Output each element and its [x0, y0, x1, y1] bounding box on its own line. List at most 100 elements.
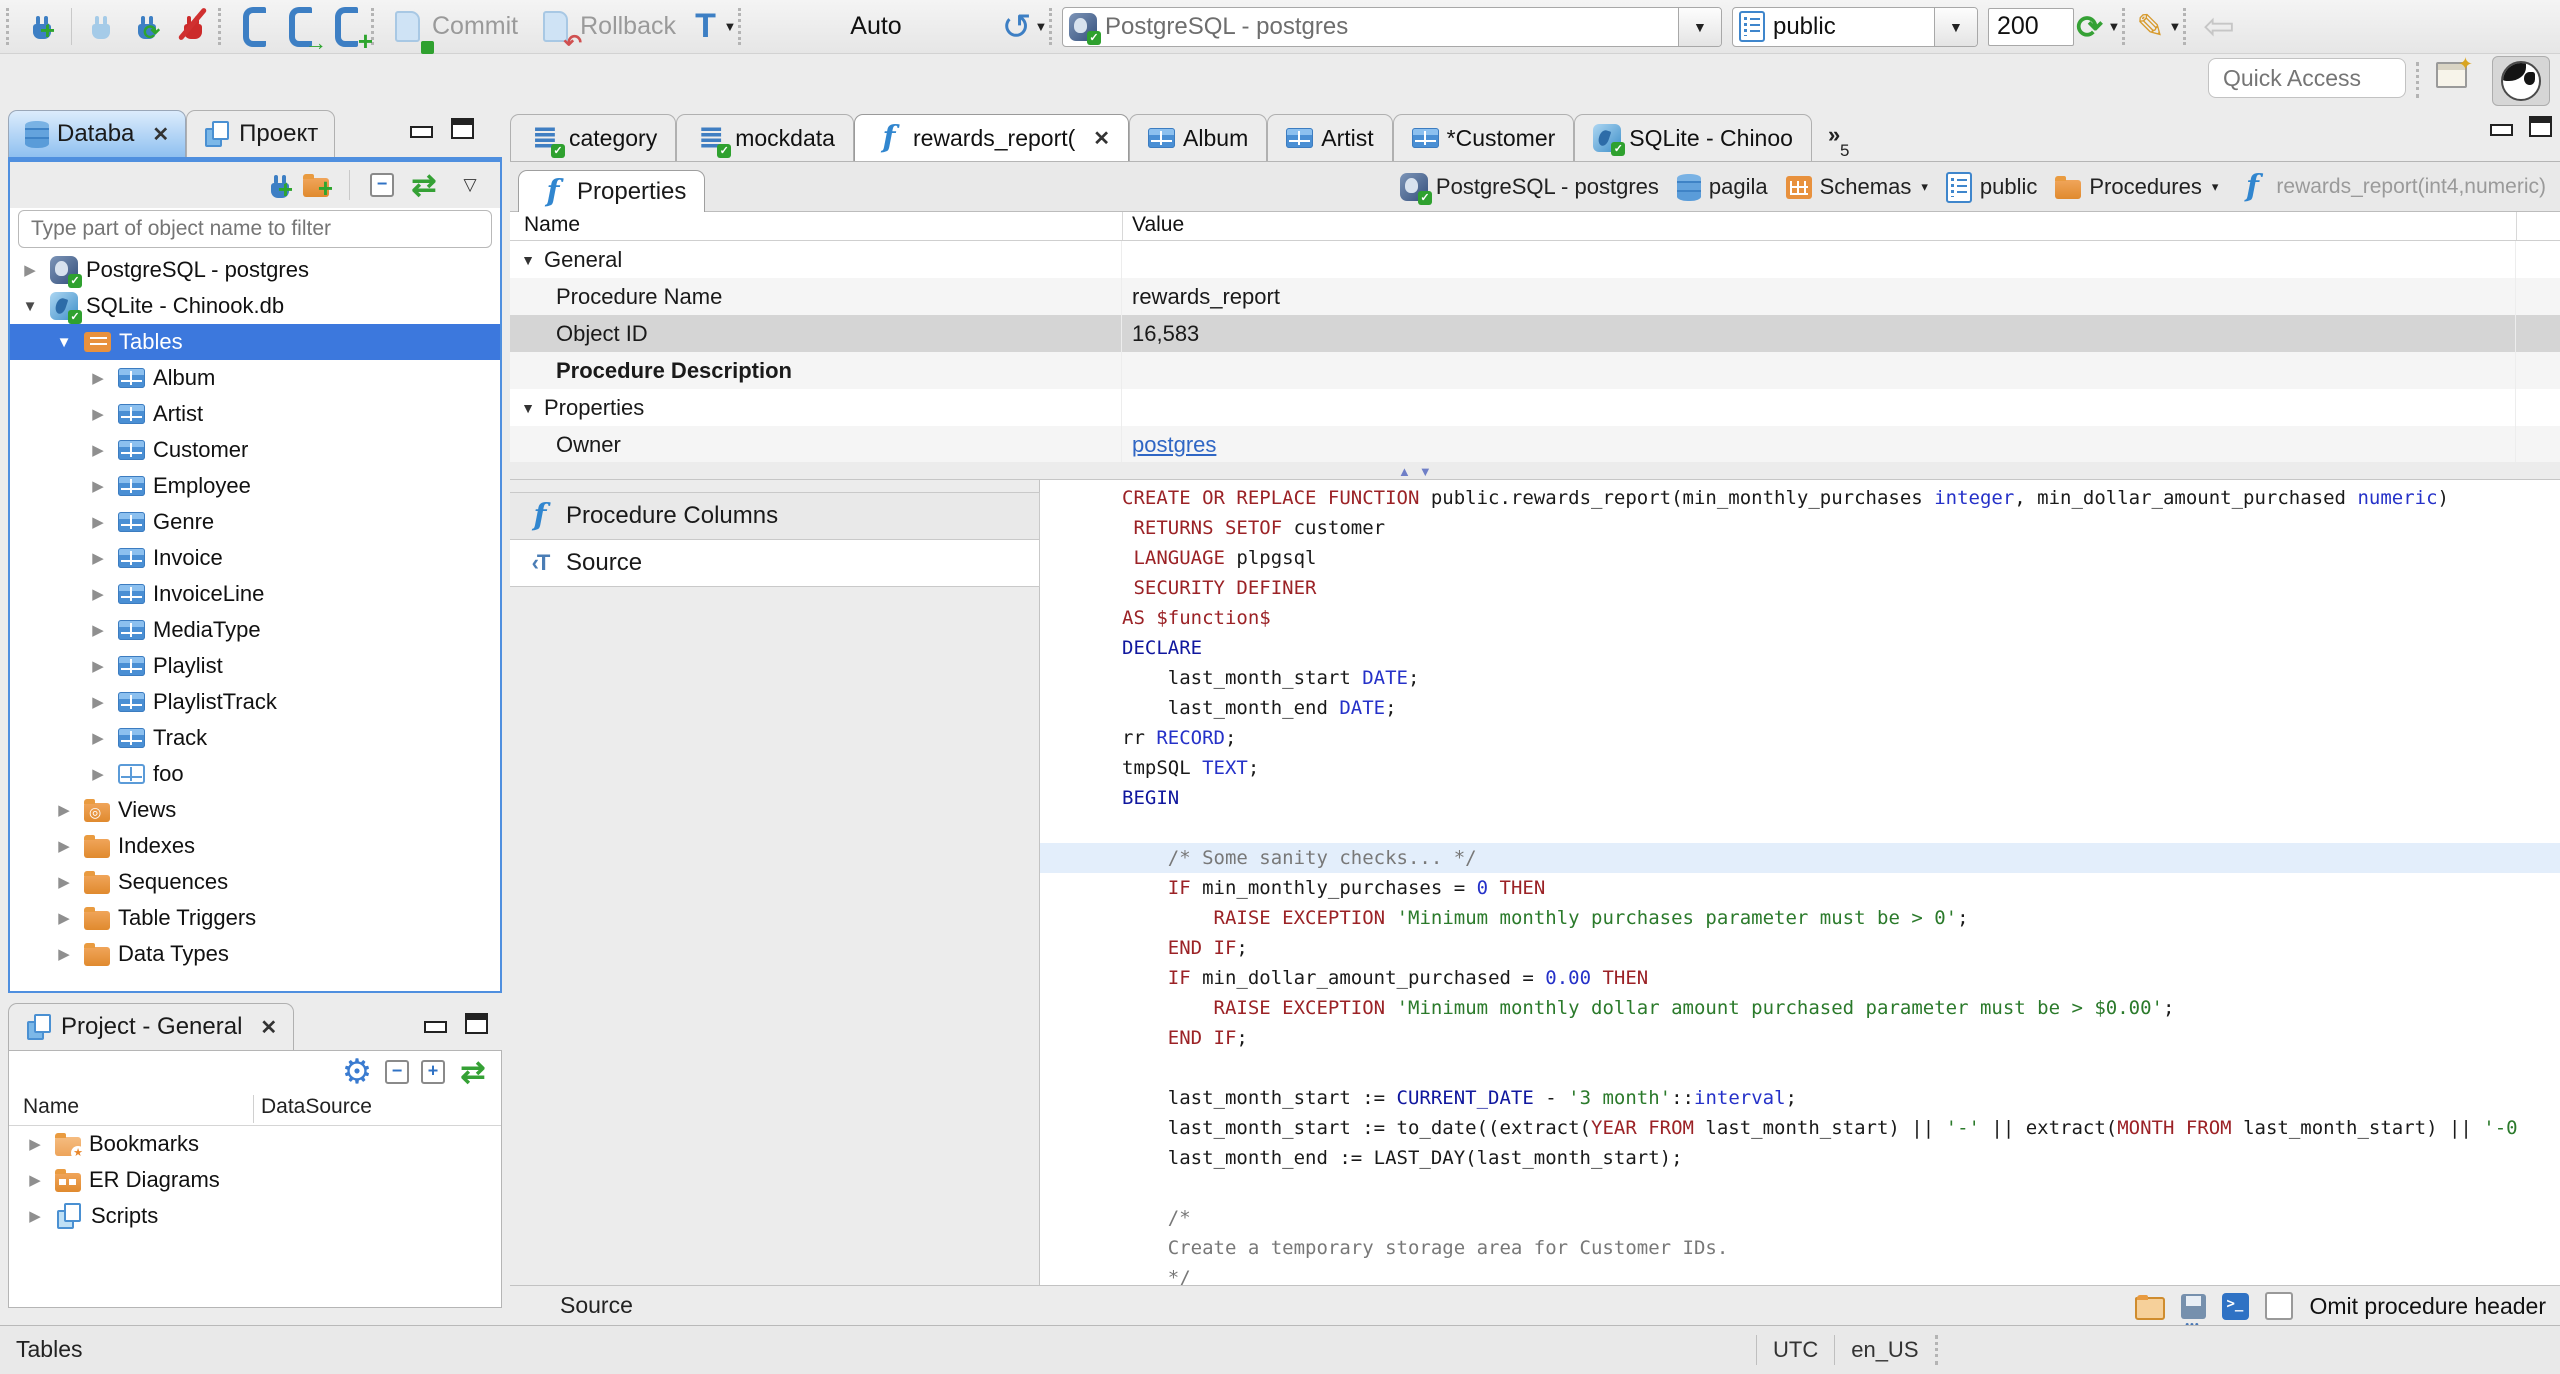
splitter-arrows-icon[interactable]: ▲▼: [1398, 464, 1440, 479]
expand-arrow-icon[interactable]: [52, 873, 76, 891]
commit-label[interactable]: Commit: [432, 12, 518, 41]
editor-tab-customer[interactable]: *Customer: [1392, 114, 1575, 161]
toolbar-drag-handle[interactable]: [1048, 8, 1060, 45]
save-to-file-icon[interactable]: [2178, 1293, 2207, 1331]
owner-link[interactable]: postgres: [1132, 432, 1216, 458]
project-item-er-diagrams[interactable]: ER Diagrams: [9, 1162, 501, 1198]
tree-item-table-triggers[interactable]: Table Triggers: [10, 900, 500, 936]
disconnect-button[interactable]: [170, 4, 216, 50]
expand-arrow-icon[interactable]: [86, 765, 110, 783]
expand-arrow-icon[interactable]: [86, 657, 110, 675]
back-button[interactable]: [2196, 4, 2242, 50]
toolbar-drag-handle[interactable]: [737, 8, 749, 45]
splitter[interactable]: ▲▼: [510, 462, 2560, 480]
omit-procedure-header-label[interactable]: Omit procedure header: [2309, 1293, 2546, 1320]
expand-arrow-icon[interactable]: [23, 1171, 47, 1189]
close-icon[interactable]: ✕: [1093, 126, 1110, 151]
object-filter-input[interactable]: [18, 210, 492, 248]
transaction-mode-button[interactable]: ▼: [690, 4, 737, 50]
new-sql-editor-button[interactable]: [323, 4, 369, 50]
close-icon[interactable]: ✕: [152, 122, 169, 147]
maximize-icon[interactable]: [2529, 116, 2552, 137]
open-sql-script-button[interactable]: [277, 4, 323, 50]
tab-projects[interactable]: Проект: [186, 110, 336, 157]
expand-arrow-icon[interactable]: [86, 693, 110, 711]
expand-arrow-icon[interactable]: [86, 621, 110, 639]
toolbar-drag-handle[interactable]: [2416, 62, 2419, 98]
maximize-icon[interactable]: [465, 1013, 488, 1034]
schema-combo-dropdown[interactable]: [1933, 7, 1977, 46]
tab-properties[interactable]: Properties: [518, 170, 706, 213]
project-item-scripts[interactable]: Scripts: [9, 1198, 501, 1234]
link-with-editor-icon[interactable]: [457, 1056, 489, 1088]
expand-all-icon[interactable]: [421, 1060, 445, 1084]
schema-combo[interactable]: public: [1731, 6, 1978, 47]
tree-item-indexes[interactable]: Indexes: [10, 828, 500, 864]
load-from-file-icon[interactable]: [2135, 1295, 2166, 1320]
tree-item-sqlite-chinook-db[interactable]: SQLite - Chinook.db: [10, 288, 500, 324]
view-menu-icon[interactable]: [454, 169, 486, 201]
new-connection-button[interactable]: [19, 4, 65, 50]
auto-complete-button[interactable]: ▼: [2135, 4, 2182, 50]
property-row-object-id[interactable]: Object ID 16,583: [510, 315, 2560, 352]
source-code-editor[interactable]: CREATE OR REPLACE FUNCTION public.reward…: [1040, 480, 2560, 1285]
dbeaver-perspective-button[interactable]: [2492, 56, 2550, 106]
expand-arrow-icon[interactable]: [23, 1135, 47, 1153]
tree-item-mediatype[interactable]: MediaType: [10, 612, 500, 648]
collapse-arrow-icon[interactable]: [18, 298, 42, 315]
minimize-icon[interactable]: [424, 1021, 447, 1033]
tree-item-tables[interactable]: Tables: [10, 324, 500, 360]
sql-editor-button[interactable]: [231, 4, 277, 50]
tree-item-playlist[interactable]: Playlist: [10, 648, 500, 684]
expand-arrow-icon[interactable]: [52, 837, 76, 855]
tree-item-postgresql-postgres[interactable]: PostgreSQL - postgres: [10, 252, 500, 288]
breadcrumb-item-public[interactable]: public: [1945, 171, 2037, 203]
locale-label[interactable]: en_US: [1851, 1337, 1918, 1363]
column-divider[interactable]: [1122, 212, 1123, 240]
link-with-editor-icon[interactable]: [408, 169, 440, 201]
collapse-all-icon[interactable]: [385, 1060, 409, 1084]
column-divider[interactable]: [253, 1095, 254, 1123]
editor-tab-album[interactable]: Album: [1129, 114, 1268, 161]
editor-tab-sqlite-chinoo[interactable]: SQLite - Chinoo: [1574, 114, 1812, 161]
tree-item-track[interactable]: Track: [10, 720, 500, 756]
transaction-log-button[interactable]: ▼: [1001, 4, 1048, 50]
breadcrumb-item-schemas[interactable]: Schemas ▾: [1785, 174, 1928, 200]
expand-arrow-icon[interactable]: [52, 801, 76, 819]
tab-database-navigator[interactable]: Databa ✕: [8, 110, 187, 157]
collapse-arrow-icon[interactable]: [52, 334, 76, 351]
tree-item-sequences[interactable]: Sequences: [10, 864, 500, 900]
close-icon[interactable]: ✕: [260, 1015, 277, 1040]
minimize-icon[interactable]: [2490, 124, 2513, 136]
column-header-name[interactable]: Name: [23, 1095, 79, 1119]
collapse-arrow-icon[interactable]: ▼: [518, 400, 538, 416]
breadcrumb-item-procedures[interactable]: Procedures ▾: [2055, 174, 2218, 200]
property-row-procedure-name[interactable]: Procedure Name rewards_report: [510, 278, 2560, 315]
tree-item-views[interactable]: Views: [10, 792, 500, 828]
tab-overflow-button[interactable]: » 5: [1828, 124, 1849, 160]
commit-button[interactable]: [384, 4, 434, 54]
tree-item-customer[interactable]: Customer: [10, 432, 500, 468]
tree-item-invoiceline[interactable]: InvoiceLine: [10, 576, 500, 612]
expand-arrow-icon[interactable]: [23, 1207, 47, 1225]
tab-project-general[interactable]: Project - General ✕: [8, 1003, 295, 1050]
breadcrumb-item-rewards-report-int4-numeric[interactable]: rewards_report(int4,numeric): [2236, 171, 2546, 203]
omit-procedure-header-checkbox[interactable]: [2265, 1292, 2294, 1320]
open-perspective-button[interactable]: [2436, 54, 2473, 94]
timezone-label[interactable]: UTC: [1773, 1337, 1818, 1363]
new-connection-icon[interactable]: [271, 174, 289, 198]
expand-arrow-icon[interactable]: [18, 261, 42, 279]
tree-item-employee[interactable]: Employee: [10, 468, 500, 504]
collapse-all-icon[interactable]: [370, 173, 394, 197]
editor-tab-category[interactable]: category: [510, 114, 677, 161]
project-item-bookmarks[interactable]: Bookmarks: [9, 1126, 501, 1162]
expand-arrow-icon[interactable]: [52, 909, 76, 927]
tree-item-data-types[interactable]: Data Types: [10, 936, 500, 972]
breadcrumb-item-postgresql-postgres[interactable]: PostgreSQL - postgres: [1399, 173, 1659, 205]
property-row-general[interactable]: ▼ General: [510, 241, 2560, 278]
editor-tab-artist[interactable]: Artist: [1267, 114, 1393, 161]
tree-item-album[interactable]: Album: [10, 360, 500, 396]
new-folder-icon[interactable]: [303, 174, 329, 197]
expand-arrow-icon[interactable]: [86, 513, 110, 531]
breadcrumb-item-pagila[interactable]: pagila: [1676, 173, 1768, 201]
